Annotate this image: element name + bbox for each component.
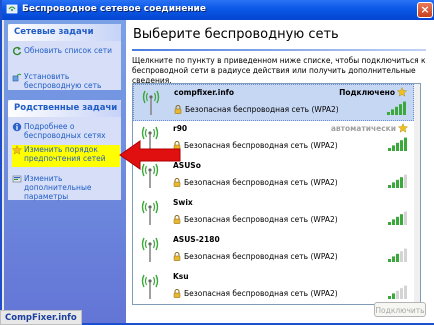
lock-icon xyxy=(173,215,181,224)
network-security: Безопасная беспроводная сеть (WPA2) xyxy=(184,289,338,298)
wireless-network-icon xyxy=(6,4,18,14)
network-list[interactable]: compfixer.info Подключено Безопасная беспр… xyxy=(132,83,421,305)
task-change-network-order[interactable]: Изменить порядок предпочтения сетей xyxy=(12,145,120,167)
task-label: Изменить порядок предпочтения сетей xyxy=(24,145,106,163)
window-title: Беспроводное сетевое соединение xyxy=(22,4,206,14)
preferred-star-icon xyxy=(398,123,408,133)
signal-strength-icon xyxy=(387,101,406,115)
wireless-antenna-icon xyxy=(142,90,160,115)
network-security: Безопасная беспроводная сеть (WPA2) xyxy=(184,215,338,224)
network-name: ASUS-2180 xyxy=(173,235,220,244)
network-security: Безопасная беспроводная сеть (WPA2) xyxy=(184,178,338,187)
settings-icon xyxy=(12,175,22,183)
signal-strength-icon xyxy=(388,174,407,188)
network-row[interactable]: compfixer.info Подключено Безопасная беспр… xyxy=(133,84,414,121)
task-label: Изменить дополнительные параметры xyxy=(24,174,92,201)
info-icon xyxy=(12,122,22,132)
task-label: Обновить список сети xyxy=(24,46,112,55)
network-security: Безопасная беспроводная сеть (WPA2) xyxy=(184,252,338,261)
signal-strength-icon xyxy=(388,248,407,262)
network-security: Безопасная беспроводная сеть (WPA2) xyxy=(185,105,339,114)
title-divider xyxy=(132,49,426,51)
network-row[interactable]: ASUS-2180 Безопасная беспроводная сеть (W… xyxy=(133,232,414,269)
network-name: compfixer.info xyxy=(174,88,235,97)
network-status: Автоматически xyxy=(330,124,396,133)
wireless-connection-window: Беспроводное сетевое соединение × Сетевы… xyxy=(0,0,434,325)
task-label: Установить беспроводную сеть xyxy=(24,72,102,90)
network-row[interactable]: Swix Безопасная беспроводная сеть (WPA2) xyxy=(133,195,414,232)
lock-icon xyxy=(173,289,181,298)
related-tasks-heading[interactable]: Родственные задачи xyxy=(8,100,121,117)
lock-icon xyxy=(173,252,181,261)
wireless-antenna-icon xyxy=(141,200,159,225)
signal-strength-icon xyxy=(388,285,407,299)
connect-button[interactable]: Подключить xyxy=(374,302,426,317)
title-bar[interactable]: Беспроводное сетевое соединение × xyxy=(2,0,434,20)
instructions-text: Щелкните по пункту в приведенном ниже сп… xyxy=(132,56,426,85)
network-security: Безопасная беспроводная сеть (WPA2) xyxy=(184,141,338,150)
network-tasks-panel: Сетевые задачи Обновить список сети Уста… xyxy=(8,24,121,90)
sidebar: Сетевые задачи Обновить список сети Уста… xyxy=(4,20,126,323)
signal-strength-icon xyxy=(388,137,407,151)
network-name: r90 xyxy=(173,124,188,133)
related-tasks-panel: Родственные задачи Подробнее о беспровод… xyxy=(8,100,121,201)
watermark-logo: CompFixer.info xyxy=(0,310,82,325)
network-status: Подключено xyxy=(339,88,395,97)
lock-icon xyxy=(173,178,181,187)
star-icon xyxy=(12,145,22,155)
wireless-antenna-icon xyxy=(141,274,159,299)
lock-icon xyxy=(174,105,182,114)
network-name: Ksu xyxy=(173,272,189,281)
setup-network-icon xyxy=(12,73,22,82)
red-arrow-annotation xyxy=(119,140,181,170)
network-tasks-heading[interactable]: Сетевые задачи xyxy=(8,24,121,41)
close-button[interactable]: × xyxy=(417,2,433,18)
signal-strength-icon xyxy=(388,211,407,225)
network-name: Swix xyxy=(173,198,193,207)
scrollbar[interactable] xyxy=(414,84,420,304)
task-label: Подробнее о беспроводных сетях xyxy=(24,122,106,140)
refresh-icon xyxy=(12,46,22,56)
preferred-star-icon xyxy=(397,87,407,97)
page-title: Выберите беспроводную сеть xyxy=(133,27,339,42)
wireless-antenna-icon xyxy=(141,237,159,262)
network-row[interactable]: Ksu Безопасная беспроводная сеть (WPA2) xyxy=(133,269,414,304)
